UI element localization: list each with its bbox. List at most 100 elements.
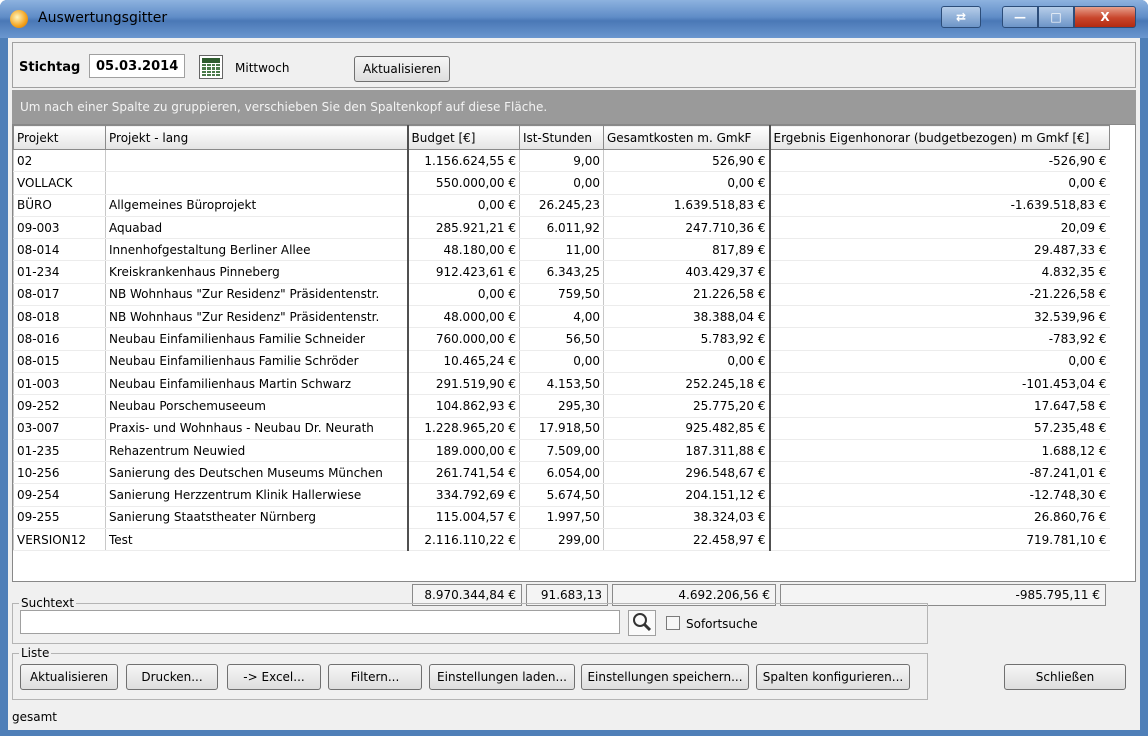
close-button[interactable]: Schließen [1004,664,1126,690]
table-cell: -526,90 € [768,149,1110,173]
minimize-button[interactable]: — [1002,6,1038,28]
search-input[interactable] [20,610,620,634]
sofortsuche-checkbox[interactable] [666,616,680,630]
table-cell: 1.156.624,55 € [406,149,520,173]
table-cell: Allgemeines Büroprojekt [105,194,408,217]
table-cell: -783,92 € [768,327,1110,351]
list-refresh-button[interactable]: Aktualisieren [20,664,118,690]
table-row[interactable]: 09-003 Aquabad 285.921,21 €6.011,92 247.710… [13,216,1110,240]
table-cell: Sanierung Staatstheater Nürnberg [105,506,408,530]
table-cell: 25.775,20 € [603,394,770,418]
title-bar[interactable]: Auswertungsgitter ⇄ — □ X [0,0,1148,38]
list-legend: Liste [21,646,50,660]
table-row[interactable]: VOLLACK 550.000,00 €0,00 0,00 €0,00 € [13,171,1110,195]
table-cell: 1.688,12 € [768,439,1110,463]
table-cell: 9,00 [519,149,604,173]
table-cell: Neubau Einfamilienhaus Martin Schwarz [105,372,408,396]
table-cell: 2.116.110,22 € [406,528,520,552]
table-row[interactable]: 08-017 NB Wohnhaus "Zur Residenz" Präside… [13,283,1110,307]
table-cell: 08-018 [13,305,106,329]
search-icon[interactable] [628,610,656,636]
refresh-date-button[interactable]: Aktualisieren [354,56,450,82]
table-row[interactable]: 08-018 NB Wohnhaus "Zur Residenz" Präside… [13,305,1110,329]
table-cell: 57.235,48 € [768,417,1110,440]
table-cell: 09-252 [13,394,106,418]
table-cell: Kreiskrankenhaus Pinneberg [105,260,408,284]
table-cell: 32.539,96 € [768,305,1110,329]
table-cell: 02 [13,149,106,173]
table-cell: 1.228.965,20 € [406,417,520,440]
table-cell: Sanierung Herzzentrum Klinik Hallerwiese [105,483,408,507]
configure-columns-button[interactable]: Spalten konfigurieren... [756,664,910,690]
save-settings-button[interactable]: Einstellungen speichern... [581,664,749,690]
table-cell: 11,00 [519,238,604,262]
client-area: Stichtag Mittwoch Aktualisieren Um nach … [8,38,1140,730]
calendar-icon[interactable] [199,55,223,79]
group-by-area[interactable]: Um nach einer Spalte zu gruppieren, vers… [12,90,1136,124]
table-cell: VOLLACK [13,171,106,195]
table-cell: 1.639.518,83 € [603,194,770,217]
table-cell: 08-014 [13,238,106,262]
table-cell: 0,00 € [768,171,1110,195]
table-cell: 4.153,50 [519,372,604,396]
date-toolbar: Stichtag Mittwoch Aktualisieren [12,42,1136,88]
search-legend: Suchtext [21,596,75,610]
table-cell: 48.000,00 € [406,305,520,329]
table-cell: VERSION12 [13,528,106,552]
table-cell: 26.860,76 € [768,506,1110,530]
table-row[interactable]: 08-016 Neubau Einfamilienhaus Familie Sch… [13,327,1110,351]
table-cell: 29.487,33 € [768,238,1110,262]
table-cell: 09-003 [13,216,106,240]
close-window-button[interactable]: X [1074,6,1136,28]
column-header[interactable]: Projekt - lang [105,125,408,150]
table-cell: Rehazentrum Neuwied [105,439,408,463]
column-header[interactable]: Ergebnis Eigenhonorar (budgetbezogen) m … [768,125,1110,150]
table-cell: 21.226,58 € [603,283,770,307]
table-row[interactable]: 08-015 Neubau Einfamilienhaus Familie Sch… [13,350,1110,373]
table-row[interactable]: VERSION12 Test 2.116.110,22 €299,00 22.458,… [13,528,1110,552]
table-cell: 295,30 [519,394,604,418]
table-cell: 0,00 [519,171,604,195]
table-cell: -1.639.518,83 € [768,194,1110,217]
table-row[interactable]: 08-014 Innenhofgestaltung Berliner Allee 4… [13,238,1110,262]
table-cell: 719.781,10 € [768,528,1110,552]
table-row[interactable]: 02 1.156.624,55 €9,00 526,90 € -526,90 € [13,149,1110,173]
table-cell: 1.997,50 [519,506,604,530]
table-cell [105,171,408,195]
load-settings-button[interactable]: Einstellungen laden... [429,664,575,690]
column-header[interactable]: Gesamtkosten m. GmkF [603,125,770,150]
table-cell: 5.674,50 [519,483,604,507]
table-row[interactable]: 01-234 Kreiskrankenhaus Pinneberg 912.423,… [13,260,1110,284]
table-cell: 285.921,21 € [406,216,520,240]
table-row[interactable]: 03-007 Praxis- und Wohnhaus - Neubau Dr. … [13,417,1110,440]
print-button[interactable]: Drucken... [126,664,218,690]
table-cell: 115.004,57 € [406,506,520,530]
app-icon [10,10,28,28]
table-cell: 26.245,23 [519,194,604,217]
column-header[interactable]: Budget [€] [406,125,520,150]
table-cell: 0,00 € [603,171,770,195]
column-header[interactable]: Projekt [13,125,106,150]
table-row[interactable]: 01-235 Rehazentrum Neuwied 189.000,00 €7.5… [13,439,1110,463]
table-cell: 10.465,24 € [406,350,520,373]
table-cell: 912.423,61 € [406,260,520,284]
maximize-button[interactable]: □ [1038,6,1074,28]
excel-export-button[interactable]: -> Excel... [227,664,321,690]
table-row[interactable]: 09-252 Neubau Porschemuseeum 104.862,93 €2… [13,394,1110,418]
column-header[interactable]: Ist-Stunden [519,125,604,150]
table-row[interactable]: 10-256 Sanierung des Deutschen Museums Mü… [13,461,1110,485]
table-cell: 526,90 € [603,149,770,173]
filter-button[interactable]: Filtern... [328,664,422,690]
table-cell: 09-254 [13,483,106,507]
date-field[interactable] [89,54,185,78]
switch-window-button[interactable]: ⇄ [941,6,981,28]
table-row[interactable]: 09-254 Sanierung Herzzentrum Klinik Halle… [13,483,1110,507]
table-row[interactable]: BÜRO Allgemeines Büroprojekt 0,00 €26.245,… [13,194,1110,217]
app-window: Auswertungsgitter ⇄ — □ X Stichtag Mittw… [0,0,1148,736]
table-cell: 09-255 [13,506,106,530]
table-row[interactable]: 09-255 Sanierung Staatstheater Nürnberg 11… [13,506,1110,530]
table-cell: 08-015 [13,350,106,373]
table-row[interactable]: 01-003 Neubau Einfamilienhaus Martin Schw… [13,372,1110,396]
table-cell: 104.862,93 € [406,394,520,418]
table-cell: 01-235 [13,439,106,463]
